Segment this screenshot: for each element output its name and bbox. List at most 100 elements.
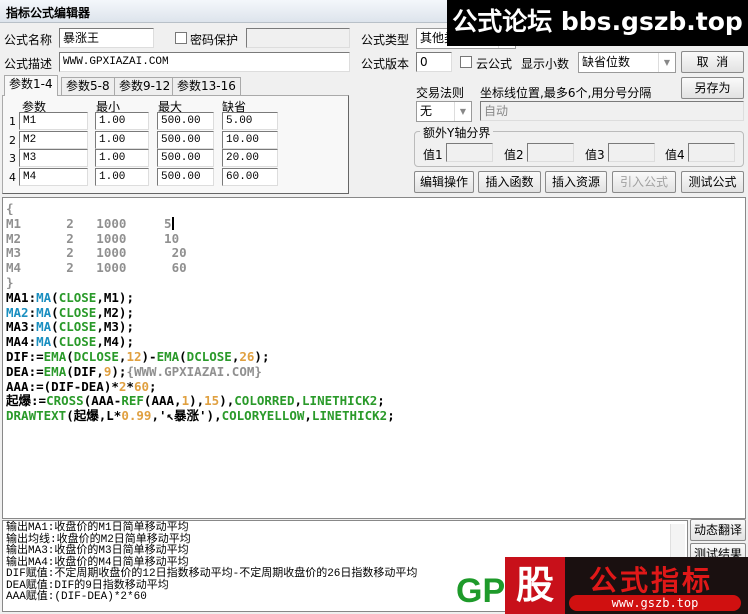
code-line: MA1:MA(CLOSE,M1); — [6, 289, 742, 306]
code-token: ); — [111, 363, 127, 379]
param-max-input[interactable]: 500.00 — [157, 130, 214, 149]
code-token: DCLOSE — [186, 348, 232, 364]
code-editor[interactable]: {M1 2 1000 5 M2 2 1000 10 M3 2 1000 20 M4 2… — [2, 197, 746, 519]
password-label: 密码保护 — [190, 33, 239, 47]
action-button-2[interactable]: 插入资源 — [545, 171, 607, 193]
yaxis-value-input[interactable] — [527, 143, 574, 162]
code-token: REF — [121, 393, 144, 409]
code-token: 26 — [239, 348, 255, 364]
code-token: MA — [36, 304, 52, 320]
action-button-4[interactable]: 测试公式 — [681, 171, 744, 193]
code-token: ), — [219, 393, 235, 409]
param-def-input[interactable]: 60.00 — [222, 167, 278, 186]
code-token: ,M3); — [96, 319, 134, 335]
password-input[interactable] — [246, 28, 350, 48]
code-token: )- — [141, 348, 157, 364]
name-input[interactable]: 暴涨王 — [59, 28, 154, 48]
code-token: : — [28, 304, 37, 320]
version-input[interactable]: 0 — [416, 52, 452, 72]
yaxis-value-input[interactable] — [688, 143, 735, 162]
param-max-input[interactable]: 500.00 — [157, 149, 214, 167]
param-name-input[interactable]: M2 — [19, 130, 88, 149]
code-token: ( — [51, 289, 59, 305]
axis-input[interactable]: 自动 — [480, 101, 744, 121]
decimals-select[interactable]: 缺省位数 ▼ — [578, 52, 676, 73]
code-token: MA — [36, 319, 52, 335]
code-token: DIF:= — [6, 348, 44, 364]
code-token: CLOSE — [58, 304, 97, 320]
param-def-input[interactable]: 5.00 — [222, 112, 278, 130]
param-def-input[interactable]: 10.00 — [222, 130, 278, 149]
code-token: ); — [254, 348, 270, 364]
param-def-input[interactable]: 20.00 — [222, 149, 278, 167]
cloud-checkbox[interactable] — [460, 56, 472, 68]
param-min-input[interactable]: 1.00 — [95, 167, 149, 186]
chevron-down-icon: ▼ — [454, 102, 471, 121]
code-token: , — [304, 408, 312, 424]
code-token: M3 2 1000 20 — [6, 245, 187, 261]
trade-label: 交易法则 — [416, 86, 465, 100]
trade-value: 无 — [420, 104, 433, 118]
code-token: ; — [387, 408, 395, 424]
param-name-input[interactable]: M3 — [19, 149, 88, 167]
code-token: ), — [189, 393, 205, 409]
code-token: ; — [149, 378, 157, 394]
code-line: M2 2 1000 10 — [6, 231, 742, 247]
param-max-input[interactable]: 500.00 — [157, 167, 214, 186]
param-name-input[interactable]: M4 — [19, 167, 88, 186]
action-button-1[interactable]: 插入函数 — [478, 171, 541, 193]
code-token: ( — [51, 304, 59, 320]
code-token: MA1: — [6, 289, 37, 305]
code-token: ,M1); — [96, 289, 134, 305]
action-button-3[interactable]: 引入公式 — [612, 171, 676, 193]
param-min-input[interactable]: 1.00 — [95, 149, 149, 167]
version-label: 公式版本 — [361, 57, 410, 71]
code-line: } — [6, 275, 742, 291]
code-token: DEA:= — [6, 363, 44, 379]
code-token: EMA — [43, 363, 67, 379]
param-index: 3 — [9, 152, 16, 165]
code-token: ,M4); — [96, 334, 134, 350]
code-token: ( — [66, 348, 74, 364]
code-token: ; — [377, 393, 385, 409]
code-token: M1 2 1000 5 — [6, 215, 172, 231]
watermark-top: 公式论坛 bbs.gszb.top — [447, 0, 748, 46]
code-line: M3 2 1000 20 — [6, 245, 742, 261]
action-button-0[interactable]: 编辑操作 — [414, 171, 474, 193]
save-as-button[interactable]: 另存为 — [681, 77, 744, 99]
tab-params-1-4[interactable]: 参数1-4 — [4, 75, 58, 96]
param-min-input[interactable]: 1.00 — [95, 130, 149, 149]
code-line: DRAWTEXT(起爆,L*0.99,'↖暴涨'),COLORYELLOW,LI… — [6, 408, 742, 424]
watermark-url: www.gszb.top — [569, 595, 741, 611]
code-line: MA2:MA(CLOSE,M2); — [6, 304, 742, 321]
code-line: DIF:=EMA(DCLOSE,12)-EMA(DCLOSE,26); — [6, 348, 742, 365]
desc-input[interactable]: WWW.GPXIAZAI.COM — [59, 52, 350, 72]
output-line: 输出MA3:收盘价的M3日简单移动平均 — [6, 545, 189, 557]
code-token: 15 — [204, 393, 220, 409]
code-token: COLORYELLOW — [221, 408, 305, 424]
code-token: DRAWTEXT — [6, 408, 67, 424]
password-checkbox[interactable] — [175, 32, 187, 44]
code-token: { — [6, 201, 14, 216]
param-index: 2 — [9, 133, 16, 147]
code-token: 60 — [133, 378, 150, 394]
param-min-input[interactable]: 1.00 — [95, 112, 149, 130]
axis-label: 坐标线位置,最多6个,用分号分隔 — [480, 86, 652, 100]
watermark-gu: 股 — [505, 557, 565, 614]
tab-params-13-16[interactable]: 参数13-16 — [172, 77, 241, 95]
decimals-label: 显示小数 — [521, 57, 570, 71]
param-max-input[interactable]: 500.00 — [157, 112, 214, 130]
code-token: LINETHICK2 — [302, 393, 378, 409]
dynamic-translate-button[interactable]: 动态翻译 — [690, 519, 746, 541]
tab-params-9-12[interactable]: 参数9-12 — [114, 77, 176, 95]
code-token: ( — [51, 319, 59, 335]
tab-params-5-8[interactable]: 参数5-8 — [61, 77, 115, 95]
watermark-brand: 公式指标 — [589, 564, 714, 597]
param-name-input[interactable]: M1 — [19, 112, 88, 130]
cancel-button[interactable]: 取 消 — [681, 51, 744, 73]
chevron-down-icon: ▼ — [658, 53, 675, 72]
yaxis-value-input[interactable] — [446, 143, 493, 162]
yaxis-value-input[interactable] — [608, 143, 655, 162]
code-token: DCLOSE — [73, 348, 119, 364]
trade-select[interactable]: 无 ▼ — [416, 101, 472, 122]
